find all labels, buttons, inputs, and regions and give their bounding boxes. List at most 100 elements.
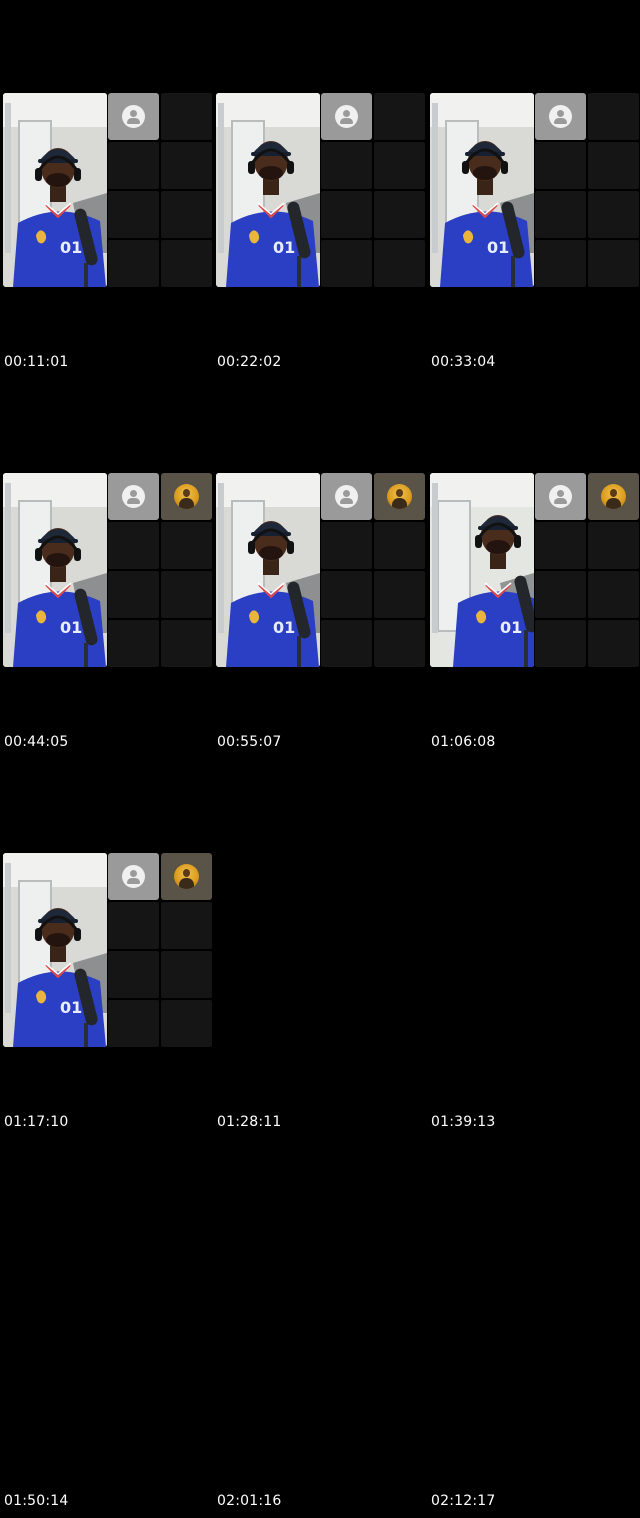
frame-thumbnail[interactable]: 01 bbox=[430, 473, 639, 667]
frame-timestamp: 02:01:16 bbox=[217, 1493, 282, 1509]
participant-grid bbox=[108, 93, 212, 287]
participant-tile-empty bbox=[588, 142, 639, 189]
participant-tile-empty bbox=[161, 1000, 212, 1047]
participant-tile-empty bbox=[374, 571, 425, 618]
frame-cell: 02:01:16 bbox=[213, 1139, 426, 1518]
participant-tile-empty bbox=[321, 142, 372, 189]
frame-cell: 01:39:13 bbox=[427, 760, 640, 1140]
participant-tile-empty bbox=[588, 191, 639, 238]
speaker-video-tile: 01 bbox=[430, 473, 534, 667]
frame-timestamp: 01:17:10 bbox=[4, 1114, 69, 1130]
frame-timestamp: 01:28:11 bbox=[217, 1114, 282, 1130]
participant-tile-placeholder bbox=[321, 473, 372, 520]
participant-tile-placeholder bbox=[108, 473, 159, 520]
participant-tile-placeholder bbox=[535, 473, 586, 520]
participant-tile-empty bbox=[374, 522, 425, 569]
participant-tile-empty bbox=[161, 191, 212, 238]
participant-tile-photo bbox=[374, 473, 425, 520]
participant-tile-empty bbox=[374, 142, 425, 189]
participant-tile-empty bbox=[161, 142, 212, 189]
frame-cell: 02:12:17 bbox=[427, 1139, 640, 1518]
participant-tile-empty bbox=[588, 240, 639, 287]
frame-thumbnail[interactable]: 01 bbox=[430, 93, 639, 287]
user-placeholder-icon bbox=[549, 105, 572, 128]
frame-thumbnail[interactable]: 01 bbox=[3, 853, 212, 1047]
participant-grid bbox=[321, 473, 425, 667]
participant-tile-empty bbox=[535, 240, 586, 287]
frame-cell: 01 00:55:07 bbox=[213, 380, 426, 760]
frame-timestamp: 01:39:13 bbox=[431, 1114, 496, 1130]
frame-cell: 01:28:11 bbox=[213, 760, 426, 1140]
frame-thumbnail[interactable]: 01 bbox=[216, 93, 425, 287]
participant-tile-placeholder bbox=[321, 93, 372, 140]
speaker-video-tile: 01 bbox=[3, 93, 107, 287]
participant-tile-empty bbox=[108, 240, 159, 287]
speaker-video-tile: 01 bbox=[3, 473, 107, 667]
participant-tile-empty bbox=[161, 571, 212, 618]
participant-tile-empty bbox=[108, 191, 159, 238]
participant-grid bbox=[535, 93, 639, 287]
participant-grid bbox=[108, 473, 212, 667]
participant-tile-empty bbox=[321, 240, 372, 287]
avatar-photo-icon bbox=[174, 864, 199, 889]
participant-tile-photo bbox=[588, 473, 639, 520]
participant-tile-empty bbox=[535, 522, 586, 569]
frame-thumbnail[interactable]: 01 bbox=[3, 93, 212, 287]
frame-timestamp: 00:33:04 bbox=[431, 354, 496, 370]
participant-tile-empty bbox=[374, 620, 425, 667]
frame-timestamp: 00:55:07 bbox=[217, 734, 282, 750]
frame-cell: 01 00:44:05 bbox=[0, 380, 213, 760]
participant-tile-empty bbox=[161, 240, 212, 287]
participant-tile-photo bbox=[161, 853, 212, 900]
frame-thumbnail[interactable]: 01 bbox=[3, 473, 212, 667]
frame-cell: 01 00:22:02 bbox=[213, 0, 426, 380]
svg-text:01: 01 bbox=[487, 238, 509, 257]
user-placeholder-icon bbox=[122, 485, 145, 508]
frame-timestamp: 02:12:17 bbox=[431, 1493, 496, 1509]
participant-tile-empty bbox=[108, 951, 159, 998]
user-placeholder-icon bbox=[335, 485, 358, 508]
frame-timestamp: 00:44:05 bbox=[4, 734, 69, 750]
participant-tile-empty bbox=[588, 571, 639, 618]
participant-tile-empty bbox=[321, 191, 372, 238]
participant-tile-empty bbox=[161, 93, 212, 140]
participant-grid bbox=[321, 93, 425, 287]
frame-cell: 01 00:11:01 bbox=[0, 0, 213, 380]
participant-grid bbox=[108, 853, 212, 1047]
participant-tile-empty bbox=[535, 620, 586, 667]
frame-thumbnail[interactable]: 01 bbox=[216, 473, 425, 667]
speaker-video-tile: 01 bbox=[216, 473, 320, 667]
frame-timestamp: 01:06:08 bbox=[431, 734, 496, 750]
participant-tile-empty bbox=[374, 93, 425, 140]
contact-sheet: 01 00:11:01 01 00:22:02 01 00:33:04 01 0… bbox=[0, 0, 640, 1518]
participant-tile-empty bbox=[588, 620, 639, 667]
participant-tile-empty bbox=[108, 620, 159, 667]
participant-tile-empty bbox=[108, 1000, 159, 1047]
participant-tile-empty bbox=[321, 620, 372, 667]
participant-tile-placeholder bbox=[535, 93, 586, 140]
participant-tile-empty bbox=[321, 571, 372, 618]
participant-tile-empty bbox=[374, 191, 425, 238]
participant-tile-placeholder bbox=[108, 93, 159, 140]
participant-tile-empty bbox=[161, 951, 212, 998]
participant-tile-empty bbox=[374, 240, 425, 287]
participant-tile-empty bbox=[321, 522, 372, 569]
svg-text:01: 01 bbox=[60, 998, 82, 1017]
frame-timestamp: 01:50:14 bbox=[4, 1493, 69, 1509]
speaker-video-tile: 01 bbox=[216, 93, 320, 287]
svg-text:01: 01 bbox=[500, 618, 522, 637]
participant-tile-empty bbox=[161, 902, 212, 949]
participant-tile-empty bbox=[588, 522, 639, 569]
frame-cell: 01 00:33:04 bbox=[427, 0, 640, 380]
avatar-photo-icon bbox=[387, 484, 412, 509]
speaker-video-tile: 01 bbox=[430, 93, 534, 287]
speaker-video-tile: 01 bbox=[3, 853, 107, 1047]
frame-cell: 01 01:17:10 bbox=[0, 760, 213, 1140]
participant-tile-empty bbox=[535, 142, 586, 189]
participant-tile-empty bbox=[108, 571, 159, 618]
participant-tile-empty bbox=[161, 620, 212, 667]
svg-text:01: 01 bbox=[60, 238, 82, 257]
avatar-photo-icon bbox=[174, 484, 199, 509]
participant-tile-empty bbox=[108, 902, 159, 949]
participant-grid bbox=[535, 473, 639, 667]
